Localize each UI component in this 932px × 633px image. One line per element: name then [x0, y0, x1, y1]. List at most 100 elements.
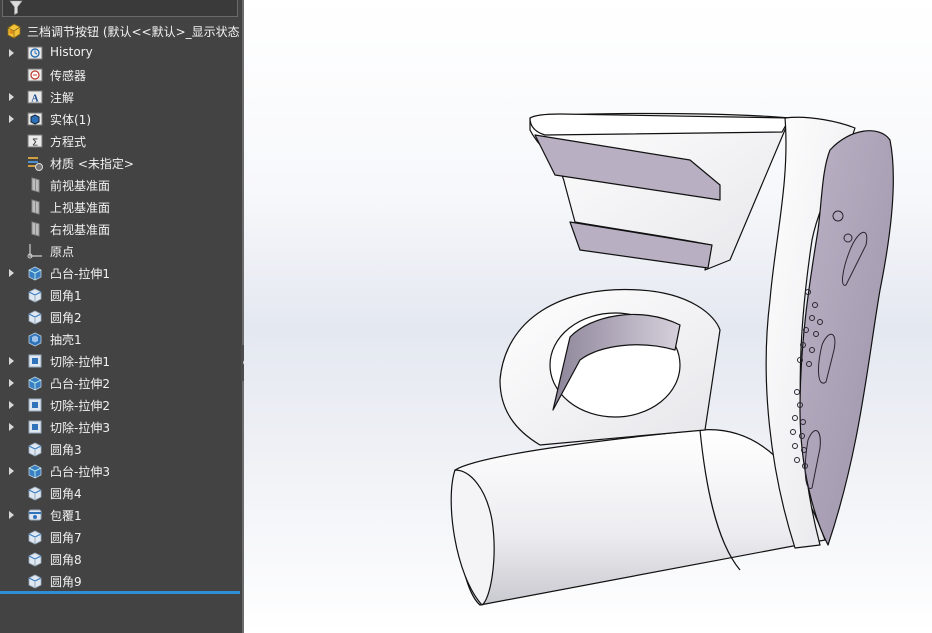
tree-item-label: History: [50, 45, 93, 59]
tree-item-label: 切除-拉伸3: [50, 421, 110, 435]
tree-item[interactable]: Σ 方程式: [0, 130, 242, 152]
plane-icon: [31, 221, 40, 237]
expand-arrow-icon[interactable]: [9, 49, 14, 57]
annotations-icon: A: [27, 90, 43, 105]
fillet-icon: [28, 530, 42, 545]
history-icon: [27, 46, 43, 60]
tree-item-label: 材质 <未指定>: [50, 157, 134, 171]
tree-item-label: 圆角8: [50, 553, 82, 567]
expand-arrow-icon[interactable]: [9, 401, 14, 409]
svg-text:A: A: [31, 94, 39, 105]
sensors-icon: [27, 68, 43, 82]
tree-item[interactable]: 圆角3: [0, 438, 242, 460]
graphics-area[interactable]: [244, 0, 932, 633]
tree-item[interactable]: 切除-拉伸2: [0, 394, 242, 416]
tree-item[interactable]: 右视基准面: [0, 218, 242, 240]
expand-arrow-icon[interactable]: [9, 115, 14, 123]
fillet-icon: [28, 310, 42, 325]
tree-item[interactable]: 圆角1: [0, 284, 242, 306]
cut-extrude-icon: [28, 398, 42, 412]
tree-item-label: 传感器: [50, 69, 87, 83]
expand-arrow-icon[interactable]: [9, 357, 14, 365]
tree-item-label: 圆角1: [50, 289, 82, 303]
tree-item[interactable]: 凸台-拉伸2: [0, 372, 242, 394]
expand-arrow-icon[interactable]: [9, 467, 14, 475]
tree-item-label: 原点: [50, 245, 75, 259]
tree-item-label: 注解: [50, 91, 75, 105]
tree-item-label: 实体(1): [50, 113, 91, 127]
tree-item[interactable]: 圆角9: [0, 570, 242, 592]
tree-item-label: 圆角7: [50, 531, 82, 545]
expand-arrow-icon[interactable]: [9, 379, 14, 387]
tree-item-label: 切除-拉伸1: [50, 355, 110, 369]
solid-bodies-icon: [27, 112, 43, 126]
tree-item[interactable]: 切除-拉伸3: [0, 416, 242, 438]
tree-item-label: 圆角2: [50, 311, 82, 325]
tree-filter-box[interactable]: [2, 0, 238, 17]
filter-icon[interactable]: [8, 0, 24, 16]
tree-item[interactable]: 圆角8: [0, 548, 242, 570]
cut-extrude-icon: [28, 354, 42, 368]
expand-arrow-icon[interactable]: [9, 423, 14, 431]
tree-item[interactable]: 前视基准面: [0, 174, 242, 196]
boss-extrude-icon: [28, 464, 42, 479]
tree-item-label: 方程式: [50, 135, 87, 149]
tree-root-part[interactable]: 三档调节按钮 (默认<<默认>_显示状态: [0, 20, 242, 42]
model-outline: [450, 112, 894, 606]
tree-item[interactable]: 抽壳1: [0, 328, 242, 350]
tree-item[interactable]: 凸台-拉伸3: [0, 460, 242, 482]
tube-body: [453, 429, 826, 606]
material-icon: [28, 157, 43, 171]
tree-item[interactable]: 原点: [0, 240, 242, 262]
shell-icon: [28, 332, 42, 347]
fillet-icon: [28, 288, 42, 303]
tree-item[interactable]: 上视基准面: [0, 196, 242, 218]
tree-item-label: 右视基准面: [50, 223, 111, 237]
tree-item-label: 凸台-拉伸2: [50, 377, 110, 391]
fillet-icon: [28, 442, 42, 457]
tree-item[interactable]: 传感器: [0, 64, 242, 86]
fillet-icon: [28, 486, 42, 501]
tree-item[interactable]: 凸台-拉伸1: [0, 262, 242, 284]
rollback-bar[interactable]: [0, 591, 240, 594]
fillet-icon: [28, 574, 42, 589]
tree-item-label: 圆角3: [50, 443, 82, 457]
boss-extrude-icon: [28, 266, 42, 281]
part-icon: [7, 23, 21, 39]
tree-item[interactable]: A 注解: [0, 86, 242, 108]
3d-model-view[interactable]: [244, 0, 932, 633]
tree-item[interactable]: 圆角2: [0, 306, 242, 328]
tree-root-label: 三档调节按钮 (默认<<默认>_显示状态: [27, 24, 240, 39]
tree-item[interactable]: History: [0, 42, 242, 64]
tree-item[interactable]: 包覆1: [0, 504, 242, 526]
plane-icon: [31, 199, 40, 215]
plane-icon: [31, 177, 40, 193]
feature-manager-tree: 三档调节按钮 (默认<<默认>_显示状态 History 传感器 A 注解实体(1) Σ…: [0, 0, 242, 633]
fillet-icon: [28, 552, 42, 567]
expand-arrow-icon[interactable]: [9, 93, 14, 101]
tree-item-label: 圆角4: [50, 487, 82, 501]
wrap-icon: [28, 509, 42, 521]
tree-item[interactable]: 圆角7: [0, 526, 242, 548]
boss-extrude-icon: [28, 376, 42, 391]
top-ledge: [529, 113, 791, 136]
expand-arrow-icon[interactable]: [9, 511, 14, 519]
tree-item-label: 切除-拉伸2: [50, 399, 110, 413]
svg-text:Σ: Σ: [32, 138, 38, 149]
tree-item-label: 上视基准面: [50, 201, 111, 215]
origin-icon: [27, 244, 42, 259]
tree-item[interactable]: 圆角4: [0, 482, 242, 504]
tree-item-label: 包覆1: [50, 509, 82, 523]
expand-arrow-icon[interactable]: [9, 269, 14, 277]
tree-item-label: 抽壳1: [50, 333, 82, 347]
tree-item[interactable]: 材质 <未指定>: [0, 152, 242, 174]
tree-item[interactable]: 实体(1): [0, 108, 242, 130]
tree-item-label: 凸台-拉伸1: [50, 267, 110, 281]
cut-extrude-icon: [28, 420, 42, 434]
equations-icon: Σ: [27, 134, 43, 149]
tree-item-label: 前视基准面: [50, 179, 111, 193]
tree-item-label: 圆角9: [50, 575, 82, 589]
tree-item-label: 凸台-拉伸3: [50, 465, 110, 479]
feature-list: History 传感器 A 注解实体(1) Σ 方程式材质 <未指定> 前视基准面上视基准面…: [0, 42, 242, 592]
tree-item[interactable]: 切除-拉伸1: [0, 350, 242, 372]
